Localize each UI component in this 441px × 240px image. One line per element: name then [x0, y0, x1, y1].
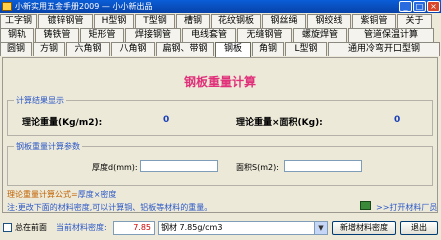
- tab-round-bar[interactable]: 圆钢: [0, 42, 32, 56]
- thickness-input[interactable]: [140, 160, 218, 172]
- tab-pipe-insulation[interactable]: 管道保温计算: [348, 28, 434, 42]
- tab-row-2: 钢轨 铸铁管 矩形管 焊接钢管 电线套管 无缝钢管 螺旋焊管 管道保温计算: [0, 28, 435, 42]
- tab-channel[interactable]: 槽钢: [176, 14, 210, 28]
- tab-hex-bar[interactable]: 六角钢: [66, 42, 110, 56]
- theory-weight-label: 理论重量(Kg/m2):: [22, 118, 103, 128]
- title-bar: 小新实用五金手册2009 — 小小新出品 _ □ ×: [0, 0, 441, 13]
- page-title: 钢板重量计算: [183, 75, 256, 89]
- tab-h-beam[interactable]: H型钢: [94, 14, 134, 28]
- tab-rectangular-pipe[interactable]: 矩形管: [80, 28, 124, 42]
- formula-value: 厚度×密度: [77, 190, 117, 199]
- material-table-icon: [360, 201, 371, 210]
- app-window: 小新实用五金手册2009 — 小小新出品 _ □ × 工字钢 镀锌钢管 H型钢 …: [0, 0, 441, 240]
- density-note: 注:更改下面的材料密度,可以计算铜、铝板等材料的重量。: [7, 203, 213, 212]
- close-window-button[interactable]: ×: [427, 1, 440, 12]
- formula-text: 理论重量计算公式=厚度×密度: [7, 189, 116, 200]
- minimize-button[interactable]: _: [399, 1, 412, 12]
- tab-flat-strip[interactable]: 扁钢、带钢: [156, 42, 214, 56]
- formula-label: 理论重量计算公式=: [7, 190, 78, 199]
- tab-about[interactable]: 关于: [397, 14, 432, 28]
- exit-button[interactable]: 退出: [400, 221, 438, 235]
- tab-octagon-bar[interactable]: 八角钢: [111, 42, 155, 56]
- tab-rail[interactable]: 钢轨: [0, 28, 34, 42]
- always-on-top-checkbox[interactable]: [3, 223, 12, 232]
- tab-i-beam[interactable]: 工字钢: [0, 14, 37, 28]
- theory-weight-value: 0: [163, 115, 170, 125]
- chevron-down-icon[interactable]: ▼: [314, 222, 327, 234]
- maximize-button[interactable]: □: [413, 1, 426, 12]
- params-group: 钢板重量计算参数 厚度d(mm): 面积S(m2):: [7, 141, 433, 186]
- add-density-button[interactable]: 新增材料密度: [332, 221, 396, 235]
- open-material-link[interactable]: >>打开材料厂员: [376, 202, 437, 213]
- tab-cast-iron-pipe[interactable]: 铸铁管: [35, 28, 79, 42]
- theory-weight-area-value: 0: [394, 115, 401, 125]
- window-controls: _ □ ×: [399, 1, 440, 12]
- tab-welded-pipe[interactable]: 焊接钢管: [125, 28, 181, 42]
- tab-steel-plate[interactable]: 钢板: [215, 42, 251, 57]
- tab-row-3: 圆钢 方钢 六角钢 八角钢 扁钢、带钢 钢板 角钢 L型钢 通用冷弯开口型钢: [0, 42, 441, 57]
- params-group-title: 钢板重量计算参数: [14, 141, 82, 152]
- tab-square-bar[interactable]: 方钢: [33, 42, 65, 56]
- tab-checker-plate[interactable]: 花纹钢板: [211, 14, 261, 28]
- tab-spiral-pipe[interactable]: 螺旋焊管: [293, 28, 347, 42]
- always-on-top-label: 总在前面: [15, 223, 47, 232]
- tab-wire-rope[interactable]: 钢丝绳: [262, 14, 306, 28]
- app-icon: [2, 2, 12, 11]
- tab-row-1: 工字钢 镀锌钢管 H型钢 T型钢 槽钢 花纹钢板 钢丝绳 钢绞线 紫铜管 关于: [0, 14, 433, 28]
- bottom-bar: 总在前面 当前材料密度: 7.85 钢材 7.85g/cm3 ▼ 新增材料密度 …: [0, 219, 441, 240]
- tab-l-beam[interactable]: L型钢: [285, 42, 327, 56]
- tab-conduit[interactable]: 电线套管: [182, 28, 236, 42]
- density-label: 当前材料密度:: [56, 223, 107, 232]
- material-select[interactable]: 钢材 7.85g/cm3 ▼: [158, 221, 328, 235]
- result-group-title: 计算结果显示: [14, 95, 66, 106]
- tab-seamless-pipe[interactable]: 无缝钢管: [237, 28, 292, 42]
- area-label: 面积S(m2):: [236, 163, 279, 172]
- result-group: 计算结果显示 理论重量(Kg/m2): 0 理论重量×面积(Kg): 0: [7, 95, 433, 136]
- tab-galvanized-pipe[interactable]: 镀锌钢管: [38, 14, 93, 28]
- tab-angle[interactable]: 角钢: [252, 42, 284, 56]
- tab-t-beam[interactable]: T型钢: [135, 14, 175, 28]
- area-input[interactable]: [284, 160, 362, 172]
- tab-cold-formed-open[interactable]: 通用冷弯开口型钢: [328, 42, 440, 56]
- density-input[interactable]: 7.85: [113, 221, 155, 235]
- thickness-label: 厚度d(mm):: [92, 163, 138, 172]
- material-select-value: 钢材 7.85g/cm3: [161, 223, 223, 232]
- tab-strand[interactable]: 钢绞线: [307, 14, 351, 28]
- steel-plate-panel: 钢板重量计算 计算结果显示 理论重量(Kg/m2): 0 理论重量×面积(Kg)…: [2, 57, 438, 213]
- tab-copper-pipe[interactable]: 紫铜管: [352, 14, 396, 28]
- theory-weight-area-label: 理论重量×面积(Kg):: [236, 118, 323, 128]
- window-title: 小新实用五金手册2009 — 小小新出品: [15, 2, 153, 11]
